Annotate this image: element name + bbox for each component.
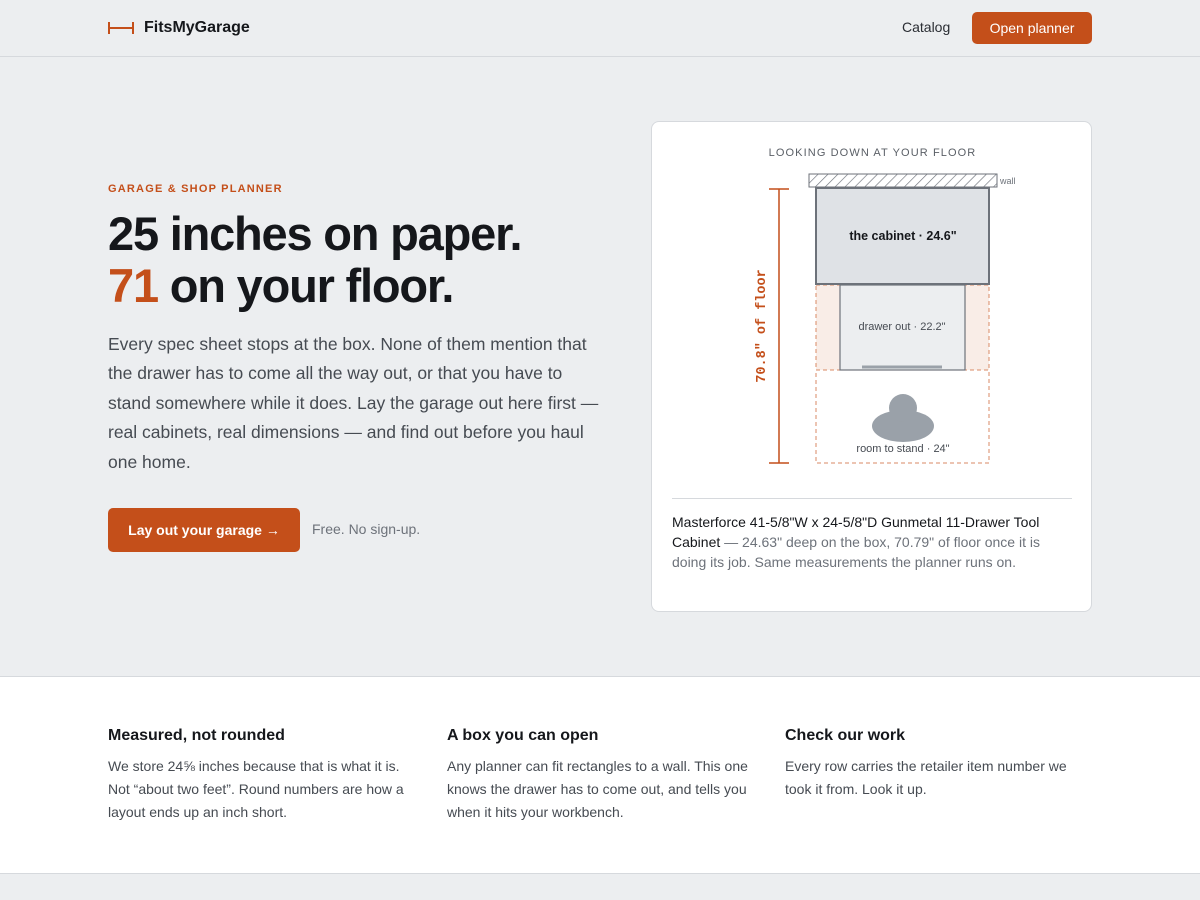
feature-title: A box you can open xyxy=(447,727,599,744)
headline-line-1: 25 inches on paper. xyxy=(108,207,523,260)
feature-title: Measured, not rounded xyxy=(108,727,285,744)
person-head-icon xyxy=(889,394,917,422)
headline-line-2: on your floor. xyxy=(157,259,455,312)
feature-check-work: Check our work Every row carries the ret… xyxy=(785,727,1095,801)
feature-body: Every row carries the retailer item numb… xyxy=(785,758,1067,797)
cta-note: Free. No sign-up. xyxy=(312,521,421,537)
dimension-label: 70.8" of floor xyxy=(755,269,770,382)
cabinet-label: the cabinet · 24.6" xyxy=(849,229,956,243)
nav-catalog-link[interactable]: Catalog xyxy=(902,19,950,35)
hero-lede: Every spec sheet stops at the box. None … xyxy=(108,334,599,472)
features-section: Measured, not rounded We store 24⅝ inche… xyxy=(0,676,1200,874)
measure-icon xyxy=(108,22,134,34)
floor-diagram: wall the cabinet · 24.6" drawer out · 22… xyxy=(755,173,1016,464)
card-divider xyxy=(672,498,1072,499)
wall-label: wall xyxy=(999,176,1016,186)
brand-name: FitsMyGarage xyxy=(144,19,250,36)
feature-body: We store 24⅝ inches because that is what… xyxy=(108,758,404,820)
hero-eyebrow: GARAGE & SHOP PLANNER xyxy=(108,183,283,195)
caption-body: — 24.63" deep on the box, 70.79" of floo… xyxy=(672,534,1040,570)
wall-hatch xyxy=(808,173,998,188)
headline-accent: 71 xyxy=(108,259,159,312)
feature-body: Any planner can fit rectangles to a wall… xyxy=(447,758,748,820)
site-header: FitsMyGarage Catalog Open planner xyxy=(0,0,1200,57)
hero-headline: 25 inches on paper. 71 on your floor. xyxy=(108,208,628,312)
feature-measured: Measured, not rounded We store 24⅝ inche… xyxy=(108,727,418,824)
brand[interactable]: FitsMyGarage xyxy=(108,17,250,39)
stand-label: room to stand · 24" xyxy=(856,443,949,455)
drawer-label: drawer out · 22.2" xyxy=(858,321,945,333)
card-caption: Masterforce 41-5/8"W x 24-5/8"D Gunmetal… xyxy=(672,512,1072,572)
feature-title: Check our work xyxy=(785,727,906,744)
open-planner-button[interactable]: Open planner xyxy=(972,12,1092,44)
lay-out-garage-button[interactable]: Lay out your garage → xyxy=(108,508,300,552)
feature-box-open: A box you can open Any planner can fit r… xyxy=(447,727,757,824)
floor-diagram-card: LOOKING DOWN AT YOUR FLOOR wall the cabi… xyxy=(651,121,1092,612)
